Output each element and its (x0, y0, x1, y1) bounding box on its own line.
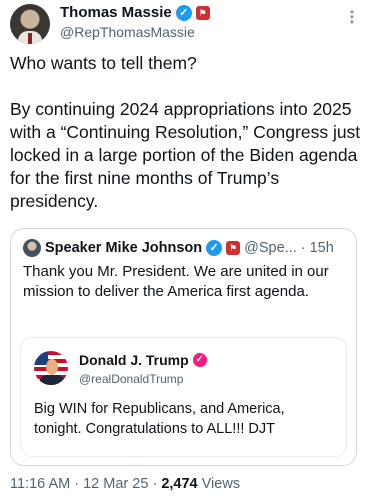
quoted-tweet-time[interactable]: · 15h (301, 240, 334, 256)
tweet-date[interactable]: 12 Mar 25 (83, 476, 148, 492)
tweet-metadata: 11:16 AM · 12 Mar 25 · 2,474 Views (10, 476, 240, 492)
trump-verified-icon: ✓ (192, 353, 207, 367)
author-name[interactable]: Thomas Massie (60, 4, 172, 21)
quoted-government-badge-icon: ⚑ (226, 241, 241, 255)
meta-separator: · (74, 476, 80, 492)
views-count[interactable]: 2,474 (161, 476, 197, 492)
quoted-tweet[interactable]: Speaker Mike Johnson ✓ ⚑ @Spe... · 15h T… (10, 228, 357, 466)
quoted-author-name[interactable]: Speaker Mike Johnson (45, 240, 202, 256)
tweet-text-line1: Who wants to tell them? (10, 53, 197, 73)
avatar-suit (39, 375, 65, 385)
trump-name-row: Donald J. Trump ✓ (79, 352, 207, 368)
avatar-tie (28, 33, 32, 44)
quoted-verified-badge-icon: ✓ (206, 240, 223, 256)
trump-handle[interactable]: @realDonaldTrump (79, 372, 183, 386)
more-options-icon[interactable]: • • • (347, 6, 357, 28)
trump-avatar[interactable] (34, 351, 68, 385)
nested-quoted-post[interactable]: Donald J. Trump ✓ @realDonaldTrump Big W… (20, 337, 347, 457)
tweet-time[interactable]: 11:16 AM (10, 476, 70, 492)
verified-badge-icon[interactable]: ✓ (175, 4, 192, 21)
views-label: Views (201, 476, 241, 492)
trump-post-text: Big WIN for Republicans, and America, to… (34, 401, 285, 437)
tweet-header: Thomas Massie ✓ ⚑ @RepThomasMassie • • • (10, 2, 359, 46)
quoted-author-handle[interactable]: @Spe... (244, 240, 297, 256)
government-badge-icon[interactable]: ⚑ (195, 5, 210, 20)
quoted-tweet-text: Thank you Mr. President. We are united i… (23, 263, 329, 300)
quoted-author-avatar[interactable] (23, 239, 41, 257)
trump-name[interactable]: Donald J. Trump (79, 352, 189, 368)
avatar-face (46, 359, 58, 375)
tweet-body: Who wants to tell them? By continuing 20… (10, 52, 362, 213)
author-handle[interactable]: @RepThomasMassie (60, 24, 195, 40)
author-name-row: Thomas Massie ✓ ⚑ (60, 4, 210, 21)
quoted-tweet-header: Speaker Mike Johnson ✓ ⚑ @Spe... · 15h (23, 239, 334, 257)
tweet-text-body: By continuing 2024 appropriations into 2… (10, 99, 361, 211)
meta-separator-2: · (152, 476, 158, 492)
author-avatar[interactable] (10, 4, 50, 44)
